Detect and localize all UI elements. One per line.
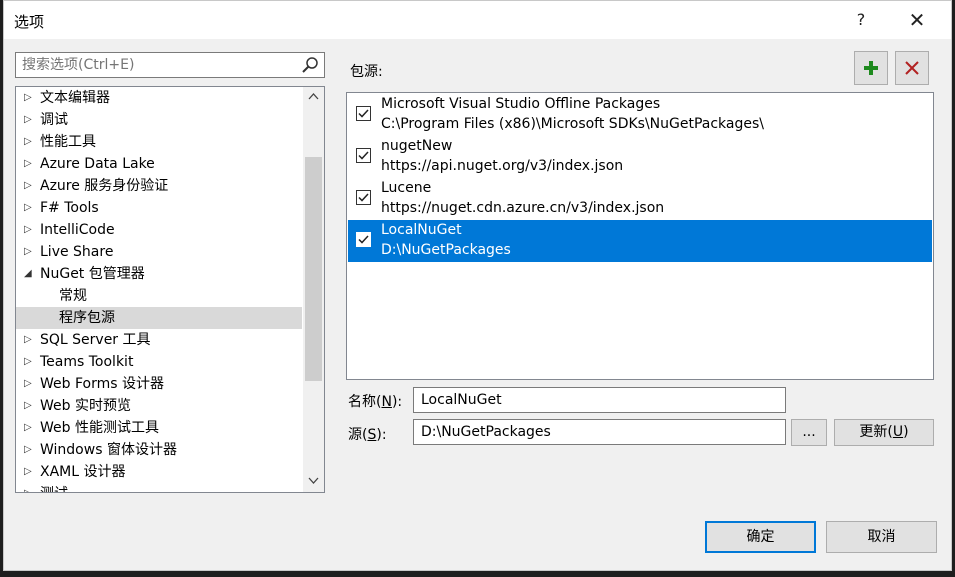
tree-item-label: Azure Data Lake xyxy=(40,156,155,172)
source-name: nugetNew xyxy=(381,138,453,154)
expand-arrow-icon[interactable]: ▷ xyxy=(24,351,36,373)
source-enabled-checkbox[interactable] xyxy=(356,190,371,205)
tree-item-label: NuGet 包管理器 xyxy=(40,266,145,282)
search-input[interactable] xyxy=(20,56,294,74)
delete-x-icon xyxy=(905,61,919,75)
plus-icon xyxy=(864,61,878,75)
expand-arrow-icon[interactable]: ▷ xyxy=(24,461,36,483)
expand-arrow-icon[interactable]: ▷ xyxy=(24,329,36,351)
expand-arrow-icon[interactable]: ▷ xyxy=(24,395,36,417)
checkmark-icon xyxy=(358,235,369,244)
tree-item-label: 常规 xyxy=(59,288,87,304)
expand-arrow-icon[interactable]: ▷ xyxy=(24,131,36,153)
expand-arrow-icon[interactable]: ▷ xyxy=(24,175,36,197)
tree-item-label: Teams Toolkit xyxy=(40,354,134,370)
tree-item-label: IntelliCode xyxy=(40,222,115,238)
source-name: Lucene xyxy=(381,180,432,196)
help-button[interactable]: ? xyxy=(841,7,881,33)
expand-arrow-icon[interactable]: ▷ xyxy=(24,109,36,131)
source-name: LocalNuGet xyxy=(381,222,462,238)
tree-item-label: Web 实时预览 xyxy=(40,398,131,414)
tree-item-label: Web Forms 设计器 xyxy=(40,376,164,392)
cancel-button[interactable]: 取消 xyxy=(826,521,937,553)
expand-arrow-icon[interactable]: ▷ xyxy=(24,241,36,263)
expand-arrow-icon[interactable]: ▷ xyxy=(24,373,36,395)
name-label: 名称(N): xyxy=(348,394,403,410)
update-button[interactable]: 更新(U) xyxy=(834,419,934,446)
tree-item-label: Live Share xyxy=(40,244,114,260)
source-input[interactable] xyxy=(419,423,783,441)
add-source-button[interactable] xyxy=(854,51,888,85)
tree-scrollbar[interactable] xyxy=(303,87,324,492)
tree-item-label: F# Tools xyxy=(40,200,99,216)
window-title: 选项 xyxy=(14,13,45,31)
expand-arrow-icon[interactable]: ▷ xyxy=(24,219,36,241)
expand-arrow-icon[interactable]: ▷ xyxy=(24,87,36,109)
scroll-up-icon[interactable] xyxy=(303,87,324,107)
name-input[interactable] xyxy=(419,391,783,409)
package-sources-list: Microsoft Visual Studio Offline Packages… xyxy=(346,92,934,380)
source-label: 源(S): xyxy=(348,427,387,443)
search-icon[interactable] xyxy=(301,56,319,74)
source-url: https://api.nuget.org/v3/index.json xyxy=(381,158,624,174)
source-enabled-checkbox[interactable] xyxy=(356,148,371,163)
tree-item-label: 性能工具 xyxy=(40,134,96,150)
source-enabled-checkbox[interactable] xyxy=(356,106,371,121)
source-name: Microsoft Visual Studio Offline Packages xyxy=(381,96,661,112)
source-enabled-checkbox[interactable] xyxy=(356,232,371,247)
tree-item-package-sources[interactable]: 程序包源 xyxy=(16,307,302,329)
source-url: D:\NuGetPackages xyxy=(381,242,511,258)
tree-item-label: Windows 窗体设计器 xyxy=(40,442,177,458)
tree-item-label: Azure 服务身份验证 xyxy=(40,178,169,194)
source-url: https://nuget.cdn.azure.cn/v3/index.json xyxy=(381,200,665,216)
source-url: C:\Program Files (x86)\Microsoft SDKs\Nu… xyxy=(381,116,764,132)
expand-arrow-icon[interactable]: ▷ xyxy=(24,417,36,439)
checkmark-icon xyxy=(358,109,369,118)
search-box xyxy=(15,52,325,78)
scroll-down-icon[interactable] xyxy=(303,472,324,492)
expand-arrow-icon[interactable]: ▷ xyxy=(24,483,36,492)
checkmark-icon xyxy=(358,193,369,202)
close-button[interactable]: ✕ xyxy=(897,7,937,33)
title-bar: 选项 ? ✕ xyxy=(4,1,951,39)
tree-item-label: SQL Server 工具 xyxy=(40,332,151,348)
source-item-localnuget[interactable]: LocalNuGet D:\NuGetPackages xyxy=(348,220,932,262)
options-dialog: 选项 ? ✕ ▷ 文本编辑器 ▷ 调试 ▷ 性能工具 ▷ Azure Data … xyxy=(3,0,952,571)
remove-source-button[interactable] xyxy=(895,51,929,85)
options-tree: ▷ 文本编辑器 ▷ 调试 ▷ 性能工具 ▷ Azure Data Lake ▷ … xyxy=(15,86,325,493)
package-sources-label: 包源: xyxy=(350,64,383,80)
ok-button[interactable]: 确定 xyxy=(705,521,816,553)
browse-button[interactable]: ... xyxy=(791,419,827,446)
checkmark-icon xyxy=(358,151,369,160)
expand-arrow-icon[interactable]: ▷ xyxy=(24,197,36,219)
name-field xyxy=(413,387,786,413)
expand-arrow-icon[interactable]: ▷ xyxy=(24,439,36,461)
source-field xyxy=(413,419,786,445)
collapse-arrow-icon[interactable]: ◢ xyxy=(24,263,36,285)
source-item-nugetnew[interactable]: nugetNew https://api.nuget.org/v3/index.… xyxy=(348,136,932,178)
tree-item-label: Web 性能测试工具 xyxy=(40,420,159,436)
tree-item-label: 调试 xyxy=(40,112,68,128)
source-item-offline-packages[interactable]: Microsoft Visual Studio Offline Packages… xyxy=(348,94,932,136)
tree-item-label: 程序包源 xyxy=(59,310,115,326)
tree-item-label: 测试 xyxy=(40,483,68,492)
expand-arrow-icon[interactable]: ▷ xyxy=(24,153,36,175)
tree-item-label: XAML 设计器 xyxy=(40,464,126,480)
scrollbar-thumb[interactable] xyxy=(305,157,322,381)
tree-item-label: 文本编辑器 xyxy=(40,90,110,106)
source-item-lucene[interactable]: Lucene https://nuget.cdn.azure.cn/v3/ind… xyxy=(348,178,932,220)
